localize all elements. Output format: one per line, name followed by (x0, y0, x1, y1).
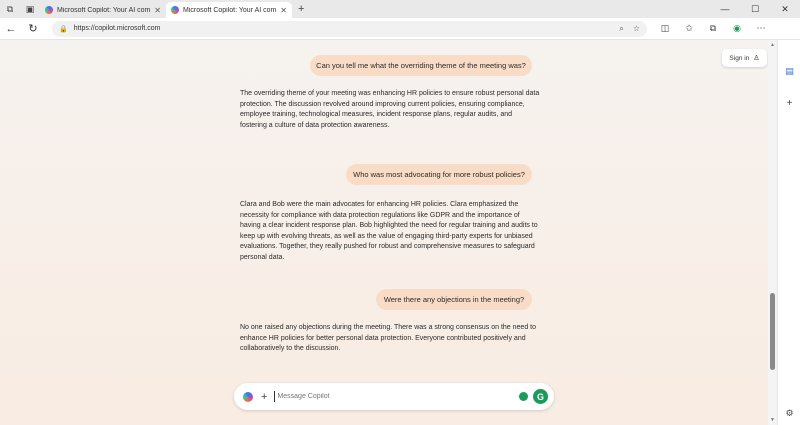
tab-actions-icon[interactable]: ▣ (20, 0, 40, 18)
copilot-page: Sign in ♙ Can you tell me what the overr… (0, 40, 768, 425)
edge-sidebar: ▤ + ⚙ (777, 40, 800, 425)
user-message: Who was most advocating for more robust … (346, 164, 532, 185)
browser-tab-1[interactable]: Microsoft Copilot: Your AI compa ✕ (40, 2, 166, 18)
assistant-message: Clara and Bob were the main advocates fo… (240, 201, 538, 261)
browser-toolbar: ← ↻ 🔒 https://copilot.microsoft.com ⌕ ☆ … (0, 18, 800, 40)
close-window-icon[interactable]: ✕ (770, 0, 800, 18)
add-sidebar-app-icon[interactable]: + (778, 98, 800, 109)
close-tab-icon[interactable]: ✕ (154, 6, 161, 15)
minimize-icon[interactable]: — (710, 0, 740, 18)
assistant-message: The overriding theme of your meeting was… (240, 90, 540, 129)
copilot-favicon-icon (45, 6, 53, 14)
sign-in-button[interactable]: Sign in ♙ (722, 49, 767, 67)
grammarly-icon[interactable]: G (533, 389, 548, 404)
browser-tab-2[interactable]: Microsoft Copilot: Your AI compa ✕ (166, 2, 292, 18)
scrollbar-thumb[interactable] (770, 293, 775, 370)
add-attachment-icon[interactable]: + (261, 391, 267, 403)
tab-title: Microsoft Copilot: Your AI compa (57, 6, 151, 14)
copilot-favicon-icon (171, 6, 179, 14)
sign-in-label: Sign in (729, 54, 750, 62)
favorites-icon[interactable]: ✩ (677, 18, 701, 40)
tab-strip: ⧉ ▣ Microsoft Copilot: Your AI compa ✕ M… (0, 0, 800, 18)
split-screen-icon[interactable]: ◫ (653, 18, 677, 40)
refresh-icon[interactable]: ↻ (22, 18, 44, 40)
url-text: https://copilot.microsoft.com (73, 25, 161, 32)
page-scrollbar[interactable]: ▲ ▼ (768, 40, 777, 425)
more-options-icon[interactable]: ⋯ (749, 18, 773, 40)
settings-gear-icon[interactable]: ⚙ (778, 408, 800, 419)
message-composer: + G (234, 383, 554, 410)
scroll-up-icon[interactable]: ▲ (768, 42, 777, 48)
tab-title: Microsoft Copilot: Your AI compa (183, 6, 277, 14)
workspaces-icon[interactable]: ⧉ (0, 0, 20, 18)
lock-icon[interactable]: 🔒 (59, 25, 68, 33)
user-message: Can you tell me what the overriding them… (310, 55, 532, 76)
outlook-icon[interactable]: ▤ (778, 66, 800, 77)
maximize-icon[interactable]: ☐ (740, 0, 770, 18)
close-tab-icon[interactable]: ✕ (280, 6, 287, 15)
search-icon[interactable]: ⌕ (619, 24, 623, 34)
new-tab-icon[interactable]: + (298, 3, 304, 15)
scroll-down-icon[interactable]: ▼ (768, 417, 777, 423)
collections-icon[interactable]: ⧉ (701, 18, 725, 40)
assistant-message: No one raised any objections during the … (240, 324, 537, 352)
window-controls: — ☐ ✕ (710, 0, 800, 18)
copilot-icon[interactable]: ◉ (725, 18, 749, 40)
favorite-star-icon[interactable]: ☆ (633, 24, 640, 33)
message-input[interactable] (274, 391, 519, 402)
location-pin-icon[interactable] (519, 392, 528, 401)
address-bar[interactable]: 🔒 https://copilot.microsoft.com ⌕ ☆ (52, 20, 647, 37)
back-icon[interactable]: ← (0, 18, 22, 40)
user-message: Were there any objections in the meeting… (376, 289, 532, 310)
copilot-logo-icon[interactable] (243, 391, 253, 402)
toolbar-actions: ◫ ✩ ⧉ ◉ ⋯ (653, 18, 773, 40)
person-icon: ♙ (753, 55, 760, 62)
